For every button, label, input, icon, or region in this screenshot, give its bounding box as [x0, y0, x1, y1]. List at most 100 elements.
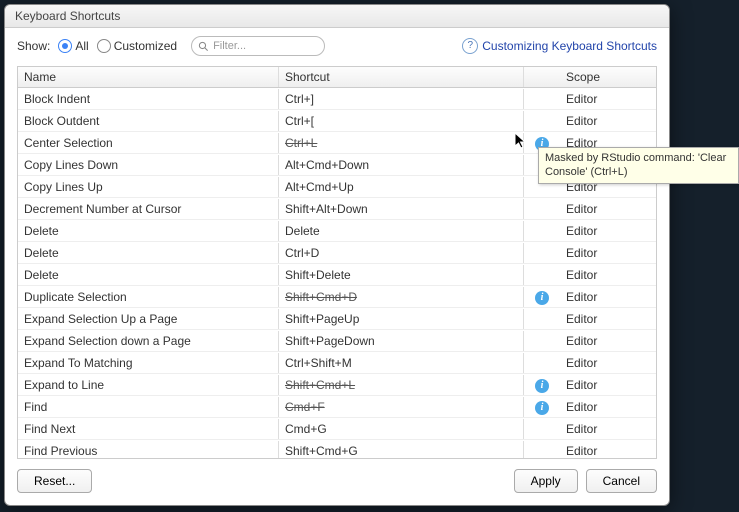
show-label: Show:	[17, 39, 50, 53]
cell-info	[524, 316, 560, 322]
cell-shortcut[interactable]: Shift+Delete	[279, 265, 524, 285]
cell-shortcut[interactable]: Ctrl+L	[279, 133, 524, 153]
cell-name: Decrement Number at Cursor	[18, 199, 279, 219]
cell-scope: Editor	[560, 441, 656, 459]
cell-scope: Editor	[560, 331, 656, 351]
cell-scope: Editor	[560, 419, 656, 439]
reset-button[interactable]: Reset...	[17, 469, 92, 493]
search-icon	[198, 41, 209, 52]
cell-name: Find Next	[18, 419, 279, 439]
cell-shortcut[interactable]: Delete	[279, 221, 524, 241]
cell-shortcut[interactable]: Alt+Cmd+Down	[279, 155, 524, 175]
cell-scope: Editor	[560, 265, 656, 285]
cell-name: Expand to Line	[18, 375, 279, 395]
cell-shortcut[interactable]: Ctrl+Shift+M	[279, 353, 524, 373]
help-link-label: Customizing Keyboard Shortcuts	[482, 39, 657, 53]
cell-shortcut[interactable]: Shift+Cmd+G	[279, 441, 524, 459]
table-row[interactable]: Expand Selection down a PageShift+PageDo…	[18, 330, 656, 352]
table-row[interactable]: Expand to LineShift+Cmd+LiEditor	[18, 374, 656, 396]
radio-all[interactable]: All	[58, 39, 88, 53]
cell-name: Delete	[18, 265, 279, 285]
table-row[interactable]: Find PreviousShift+Cmd+G Editor	[18, 440, 656, 458]
table-row[interactable]: Decrement Number at CursorShift+Alt+Down…	[18, 198, 656, 220]
cell-shortcut[interactable]: Shift+PageDown	[279, 331, 524, 351]
radio-icon	[97, 39, 111, 53]
cell-scope: Editor	[560, 111, 656, 131]
cell-info	[524, 448, 560, 454]
cell-info	[524, 118, 560, 124]
cell-scope: Editor	[560, 397, 656, 417]
table-row[interactable]: Block IndentCtrl+] Editor	[18, 88, 656, 110]
cell-info: i	[524, 374, 560, 396]
col-header-shortcut[interactable]: Shortcut	[279, 67, 524, 87]
help-link[interactable]: ? Customizing Keyboard Shortcuts	[462, 38, 657, 54]
cell-name: Copy Lines Down	[18, 155, 279, 175]
cell-scope: Editor	[560, 89, 656, 109]
cell-name: Delete	[18, 221, 279, 241]
table-row[interactable]: DeleteDelete Editor	[18, 220, 656, 242]
col-header-scope[interactable]: Scope	[560, 67, 656, 87]
cell-info: i	[524, 286, 560, 308]
cell-name: Expand Selection down a Page	[18, 331, 279, 351]
cell-scope: Editor	[560, 199, 656, 219]
table-row[interactable]: DeleteCtrl+D Editor	[18, 242, 656, 264]
cell-scope: Editor	[560, 221, 656, 241]
cell-info	[524, 426, 560, 432]
cell-name: Duplicate Selection	[18, 287, 279, 307]
table-row[interactable]: Duplicate SelectionShift+Cmd+DiEditor	[18, 286, 656, 308]
cell-info	[524, 360, 560, 366]
cell-shortcut[interactable]: Shift+Cmd+L	[279, 375, 524, 395]
cell-name: Expand Selection Up a Page	[18, 309, 279, 329]
cell-info	[524, 272, 560, 278]
cell-shortcut[interactable]: Cmd+F	[279, 397, 524, 417]
col-header-name[interactable]: Name	[18, 67, 279, 87]
table-body: Block IndentCtrl+]EditorBlock OutdentCtr…	[18, 88, 656, 458]
cell-shortcut[interactable]: Alt+Cmd+Up	[279, 177, 524, 197]
info-icon[interactable]: i	[535, 401, 549, 415]
cell-info	[524, 184, 560, 190]
cell-shortcut[interactable]: Ctrl+[	[279, 111, 524, 131]
info-icon[interactable]: i	[535, 291, 549, 305]
table-row[interactable]: Expand Selection Up a PageShift+PageUp Ed…	[18, 308, 656, 330]
masked-tooltip: Masked by RStudio command: 'Clear Consol…	[538, 147, 739, 184]
table-row[interactable]: FindCmd+FiEditor	[18, 396, 656, 418]
help-icon: ?	[462, 38, 478, 54]
apply-button[interactable]: Apply	[514, 469, 578, 493]
cell-name: Find Previous	[18, 441, 279, 459]
cell-info	[524, 96, 560, 102]
cell-info	[524, 338, 560, 344]
table-row[interactable]: Expand To MatchingCtrl+Shift+M Editor	[18, 352, 656, 374]
cell-shortcut[interactable]: Ctrl+D	[279, 243, 524, 263]
radio-customized[interactable]: Customized	[97, 39, 177, 53]
cell-info	[524, 250, 560, 256]
cell-name: Expand To Matching	[18, 353, 279, 373]
cell-scope: Editor	[560, 309, 656, 329]
radio-customized-label: Customized	[114, 39, 177, 53]
cell-shortcut[interactable]: Shift+Cmd+D	[279, 287, 524, 307]
table-row[interactable]: DeleteShift+Delete Editor	[18, 264, 656, 286]
dialog-title: Keyboard Shortcuts	[5, 5, 669, 28]
info-icon[interactable]: i	[535, 379, 549, 393]
table-row[interactable]: Find NextCmd+G Editor	[18, 418, 656, 440]
cell-scope: Editor	[560, 353, 656, 373]
cell-shortcut[interactable]: Shift+Alt+Down	[279, 199, 524, 219]
radio-icon	[58, 39, 72, 53]
cell-info	[524, 206, 560, 212]
cell-name: Center Selection	[18, 133, 279, 153]
filter-input[interactable]	[209, 39, 305, 53]
table-row[interactable]: Block OutdentCtrl+[Editor	[18, 110, 656, 132]
cell-name: Delete	[18, 243, 279, 263]
cell-shortcut[interactable]: Shift+PageUp	[279, 309, 524, 329]
cell-scope: Editor	[560, 243, 656, 263]
cell-shortcut[interactable]: Cmd+G	[279, 419, 524, 439]
radio-all-label: All	[75, 39, 88, 53]
show-radio-group: All Customized	[58, 39, 177, 53]
dialog-footer: Reset... Apply Cancel	[5, 459, 669, 505]
cancel-button[interactable]: Cancel	[586, 469, 657, 493]
toolbar: Show: All Customized ? Customizing Keybo…	[5, 28, 669, 62]
table-header: Name Shortcut Scope	[18, 67, 656, 88]
cell-name: Block Indent	[18, 89, 279, 109]
cell-shortcut[interactable]: Ctrl+]	[279, 89, 524, 109]
filter-search[interactable]	[191, 36, 325, 56]
cell-info	[524, 228, 560, 234]
